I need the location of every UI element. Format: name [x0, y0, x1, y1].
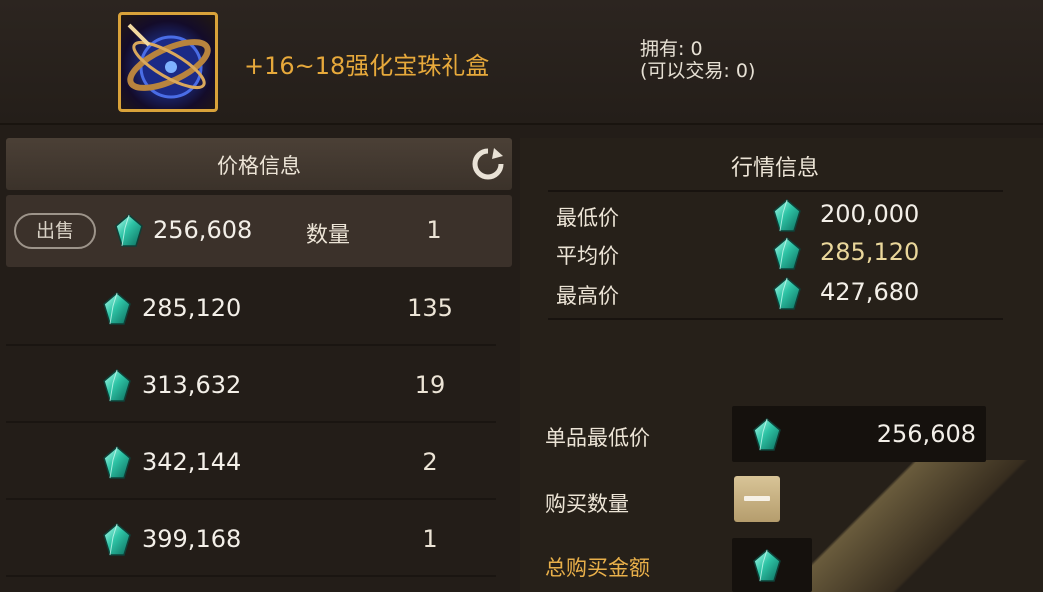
price-info-title: 价格信息 — [217, 154, 301, 178]
min-price-label: 最低价 — [556, 206, 619, 230]
item-name: +16~18强化宝珠礼盒 — [244, 52, 490, 80]
divider — [548, 190, 1003, 192]
minus-icon — [744, 496, 770, 501]
gem-currency-icon — [752, 418, 782, 452]
avg-price-label: 平均价 — [556, 244, 619, 268]
min-price-value: 200,000 — [820, 200, 920, 228]
unit-min-price-label: 单品最低价 — [545, 426, 650, 450]
owned-count: 拥有: 0 — [640, 38, 703, 60]
listing-row[interactable]: 285,120 135 — [6, 270, 496, 346]
gem-currency-icon — [102, 292, 132, 326]
market-info-title: 行情信息 — [730, 156, 819, 181]
listing-row[interactable]: 313,632 19 — [6, 347, 496, 423]
gem-currency-icon — [772, 199, 802, 233]
listing-price: 342,144 — [142, 448, 242, 476]
gem-currency-icon — [752, 549, 782, 583]
listing-quantity: 1 — [422, 525, 438, 553]
gem-currency-icon — [772, 237, 802, 271]
total-price-box — [732, 538, 812, 592]
gem-currency-icon — [102, 446, 132, 480]
gem-currency-icon — [772, 277, 802, 311]
max-price-value: 427,680 — [820, 278, 920, 306]
listing-row[interactable]: 342,144 2 — [6, 424, 496, 500]
orb-item-icon — [118, 12, 218, 112]
unit-min-price-value: 256,608 — [876, 420, 976, 448]
listing-price: 313,632 — [142, 371, 242, 399]
tradable-count: (可以交易: 0) — [640, 60, 756, 82]
gem-currency-icon — [102, 523, 132, 557]
total-price-label: 总购买金额 — [545, 556, 650, 580]
quantity-label: 数量 — [306, 223, 351, 248]
listing-price: 256,608 — [153, 216, 253, 244]
listing-price: 399,168 — [142, 525, 242, 553]
unit-min-price-box: 256,608 — [732, 406, 986, 462]
buy-quantity-label: 购买数量 — [545, 492, 629, 516]
refresh-icon[interactable] — [470, 146, 506, 182]
divider — [548, 318, 1003, 320]
ownership-info: 拥有: 0 (可以交易: 0) — [640, 38, 755, 82]
sell-button[interactable]: 出售 — [14, 213, 96, 249]
listing-quantity: 135 — [407, 294, 453, 322]
price-info-header: 价格信息 — [6, 138, 512, 190]
gem-currency-icon — [114, 214, 144, 248]
max-price-label: 最高价 — [556, 284, 619, 308]
item-header: +16~18强化宝珠礼盒 拥有: 0 (可以交易: 0) — [0, 0, 1043, 125]
listing-price: 285,120 — [142, 294, 242, 322]
listing-quantity: 19 — [414, 371, 446, 399]
avg-price-value: 285,120 — [820, 238, 920, 266]
listing-row[interactable]: 399,168 1 — [6, 501, 496, 577]
gem-currency-icon — [102, 369, 132, 403]
listing-quantity: 1 — [426, 216, 442, 244]
decrease-quantity-button[interactable] — [734, 476, 780, 522]
listing-quantity: 2 — [422, 448, 438, 476]
listing-row-selected[interactable]: 出售 256,608 数量 1 — [6, 195, 512, 267]
